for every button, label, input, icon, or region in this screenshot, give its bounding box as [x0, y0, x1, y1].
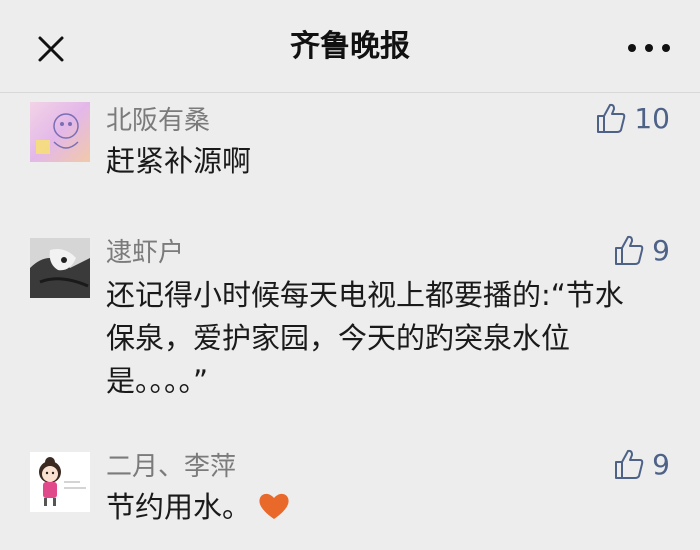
thumbs-up-icon: [615, 449, 644, 479]
like-count: 9: [652, 447, 670, 481]
comment-line: 节约用水。: [106, 490, 252, 524]
comment-text: 还记得小时候每天电视上都要播的:“节水 保泉，爱护家园，今天的趵突泉水位 是。。…: [106, 274, 676, 403]
like-count: 9: [652, 233, 670, 267]
comment-item: 逮虾户 9 还记得小时候每天电视上都要播的:“节水 保泉，爱护家园，今天的趵突泉…: [0, 232, 700, 402]
comment-line: 是。。。。”: [106, 364, 209, 398]
like-button[interactable]: 10: [596, 100, 670, 136]
comment-text: 节约用水。: [106, 486, 676, 529]
comment-item: 二月、李萍 9 节约用水。: [0, 446, 700, 546]
like-count: 10: [634, 101, 670, 135]
comment-line: 还记得小时候每天电视上都要播的:“节水: [106, 278, 624, 312]
comment-text: 赶紧补源啊: [106, 140, 676, 183]
avatar[interactable]: [30, 102, 90, 162]
like-button[interactable]: 9: [614, 446, 670, 482]
avatar[interactable]: [30, 452, 90, 512]
avatar[interactable]: [30, 238, 90, 298]
comment-line: 保泉，爱护家园，今天的趵突泉水位: [106, 321, 571, 355]
like-button[interactable]: 9: [614, 232, 670, 268]
comment-author[interactable]: 二月、李萍: [106, 446, 236, 483]
thumbs-up-icon: [597, 103, 626, 133]
comment-author[interactable]: 北阪有桑: [106, 100, 210, 137]
comment-line: 赶紧补源啊: [106, 144, 252, 178]
thumbs-up-icon: [615, 235, 644, 265]
comment-author[interactable]: 逮虾户: [106, 232, 184, 269]
close-icon[interactable]: [30, 28, 70, 68]
page-title: 齐鲁晚报: [290, 29, 410, 64]
orange-heart-icon: [259, 493, 289, 519]
header-divider: [0, 92, 700, 93]
more-options-icon[interactable]: [624, 38, 674, 58]
comment-item: 北阪有桑 10 赶紧补源啊: [0, 100, 700, 200]
navigation-bar: 齐鲁晚报: [0, 0, 700, 92]
